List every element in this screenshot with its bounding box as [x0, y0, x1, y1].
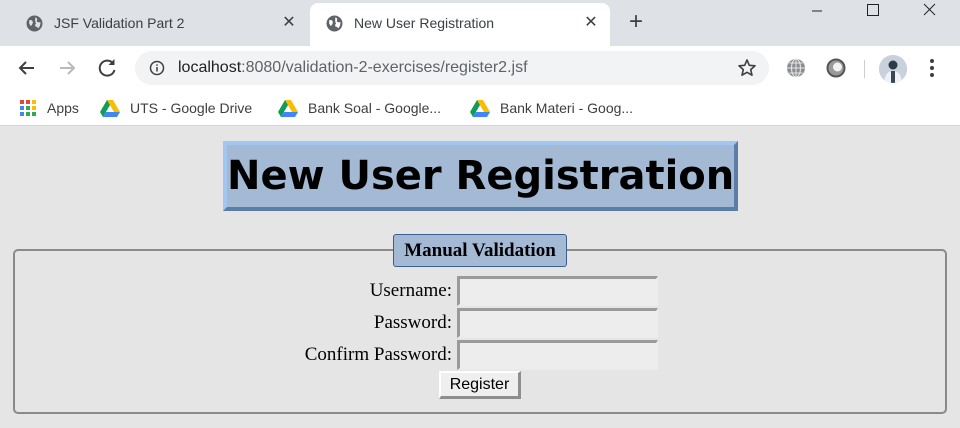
password-label: Password: [373, 312, 452, 333]
google-drive-icon [100, 100, 120, 117]
globe-extension-icon[interactable] [785, 57, 807, 79]
info-icon[interactable] [149, 60, 165, 76]
browser-toolbar: localhost:8080/validation-2-exercises/re… [0, 46, 960, 90]
page-title: New User Registration [223, 141, 738, 211]
more-menu-icon[interactable] [922, 57, 942, 79]
confirm-password-label: Confirm Password: [304, 344, 452, 365]
bookmark-label: Apps [47, 100, 79, 116]
close-icon[interactable] [906, 0, 952, 24]
tab-jsf-validation-part-2[interactable]: JSF Validation Part 2 ✕ [0, 0, 308, 46]
google-drive-icon [470, 100, 490, 117]
tab-strip: JSF Validation Part 2 ✕ New User Registr… [0, 0, 960, 46]
maximize-icon[interactable] [850, 0, 896, 24]
minimize-icon[interactable] [794, 0, 840, 24]
bookmark-apps[interactable]: Apps [19, 90, 79, 126]
reload-icon[interactable] [93, 54, 121, 82]
close-icon[interactable]: ✕ [582, 14, 600, 32]
google-drive-icon [278, 100, 298, 117]
tab-title: New User Registration [354, 15, 495, 31]
plus-icon[interactable]: + [624, 10, 648, 35]
globe-icon [26, 15, 43, 32]
avatar[interactable] [879, 55, 907, 83]
bookmark-uts-google-drive[interactable]: UTS - Google Drive [100, 90, 252, 126]
tab-title: JSF Validation Part 2 [54, 15, 185, 31]
username-field[interactable] [457, 276, 658, 306]
fieldset-legend: Manual Validation [393, 234, 567, 267]
address-bar[interactable]: localhost:8080/validation-2-exercises/re… [135, 51, 769, 85]
forward-arrow-icon[interactable] [53, 54, 81, 82]
back-arrow-icon[interactable] [13, 54, 41, 82]
confirm-password-field[interactable] [457, 340, 658, 370]
tab-new-user-registration[interactable]: New User Registration ✕ [310, 3, 610, 46]
globe-icon [326, 15, 343, 32]
close-icon[interactable]: ✕ [280, 14, 298, 32]
url-path: :8080/validation-2-exercises/register2.j… [241, 59, 528, 76]
apps-grid-icon [20, 100, 36, 116]
bookmarks-bar: Apps UTS - Google Drive Bank Soal - Goog… [0, 90, 960, 126]
bookmark-label: Bank Soal - Google... [308, 100, 442, 116]
username-label: Username: [369, 280, 452, 301]
url-host: localhost [178, 59, 242, 76]
ring-extension-icon[interactable] [825, 57, 847, 79]
bookmark-label: UTS - Google Drive [130, 100, 253, 116]
bookmark-label: Bank Materi - Goog... [500, 100, 634, 116]
password-field[interactable] [457, 308, 658, 338]
register-button[interactable]: Register [439, 371, 521, 399]
toolbar-divider [864, 60, 865, 78]
url-text: localhost:8080/validation-2-exercises/re… [178, 59, 528, 77]
page-content: New User Registration Manual Validation … [0, 127, 960, 428]
star-icon[interactable] [737, 58, 757, 78]
bookmark-bank-materi[interactable]: Bank Materi - Goog... [470, 90, 633, 126]
bookmark-bank-soal[interactable]: Bank Soal - Google... [278, 90, 441, 126]
